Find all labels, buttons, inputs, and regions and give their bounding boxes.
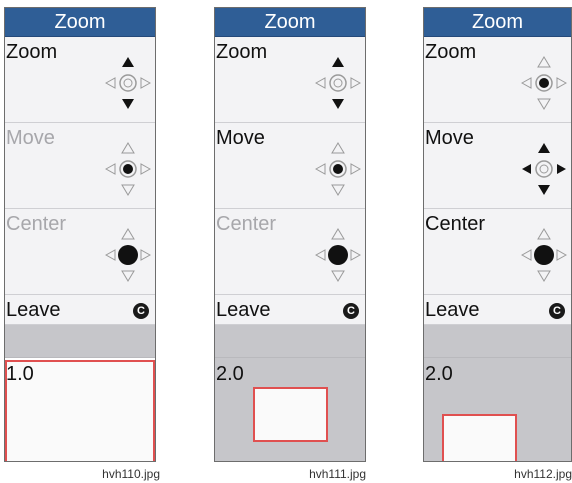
c-button-icon: C xyxy=(549,303,565,319)
zoom-preview: 2.0 xyxy=(424,358,571,461)
menu-item-label: Zoom xyxy=(425,41,477,63)
dpad-move-icon xyxy=(105,142,151,196)
dpad-move-icon xyxy=(315,142,361,196)
divider xyxy=(424,325,571,358)
menu-item-label: Move xyxy=(216,127,265,149)
leave-label: Leave xyxy=(216,299,271,321)
menu-item-label: Zoom xyxy=(216,41,268,63)
menu-item-leave[interactable]: Leave C xyxy=(424,295,571,325)
menu-item-center[interactable]: Center xyxy=(215,209,365,295)
image-caption: hvh112.jpg xyxy=(514,467,572,481)
menu-item-center[interactable]: Center xyxy=(424,209,571,295)
menu-item-label: Center xyxy=(6,213,67,235)
menu-item-leave[interactable]: Leave C xyxy=(215,295,365,325)
divider xyxy=(5,325,155,358)
zoom-panel-2: Zoom Zoom Move Center Leave C 2.0 xyxy=(214,7,366,462)
dpad-center-icon xyxy=(315,228,361,282)
menu-item-move[interactable]: Move xyxy=(424,123,571,209)
menu-item-label: Center xyxy=(216,213,277,235)
menu-item-label: Move xyxy=(6,127,55,149)
divider xyxy=(215,325,365,358)
menu-item-center[interactable]: Center xyxy=(5,209,155,295)
c-button-icon: C xyxy=(343,303,359,319)
dpad-move-icon xyxy=(522,143,566,195)
image-caption: hvh111.jpg xyxy=(309,467,366,481)
image-caption: hvh110.jpg xyxy=(102,467,160,481)
zoom-panel-3: Zoom Zoom Move Center Leave C 2.0 xyxy=(423,7,572,462)
menu-item-zoom[interactable]: Zoom xyxy=(424,37,571,123)
dpad-center-icon xyxy=(105,228,151,282)
c-button-icon: C xyxy=(133,303,149,319)
zoom-value: 2.0 xyxy=(425,363,453,385)
zoom-value: 2.0 xyxy=(216,363,244,385)
leave-label: Leave xyxy=(425,299,480,321)
menu-item-leave[interactable]: Leave C xyxy=(5,295,155,325)
menu-item-zoom[interactable]: Zoom xyxy=(5,37,155,123)
panel-title: Zoom xyxy=(424,8,571,37)
zoom-frame xyxy=(442,414,517,461)
menu-item-label: Center xyxy=(425,213,486,235)
dpad-center-icon xyxy=(521,228,567,282)
zoom-value-overlay: 1.0 xyxy=(6,363,34,385)
dpad-zoom-icon xyxy=(521,56,567,110)
menu-item-zoom[interactable]: Zoom xyxy=(215,37,365,123)
panel-title: Zoom xyxy=(215,8,365,37)
leave-label: Leave xyxy=(6,299,61,321)
menu-item-move[interactable]: Move xyxy=(215,123,365,209)
menu-item-label: Move xyxy=(425,127,474,149)
zoom-frame xyxy=(253,387,328,442)
dpad-zoom-icon xyxy=(105,57,151,109)
dpad-zoom-icon xyxy=(315,57,361,109)
menu-item-label: Zoom xyxy=(6,41,58,63)
panel-title: Zoom xyxy=(5,8,155,37)
zoom-preview: 2.0 xyxy=(215,358,365,461)
menu-item-move[interactable]: Move xyxy=(5,123,155,209)
zoom-panel-1: Zoom Zoom Move Center Leave C 1.0 xyxy=(4,7,156,462)
zoom-preview: 1.0 1.0 xyxy=(5,358,155,461)
